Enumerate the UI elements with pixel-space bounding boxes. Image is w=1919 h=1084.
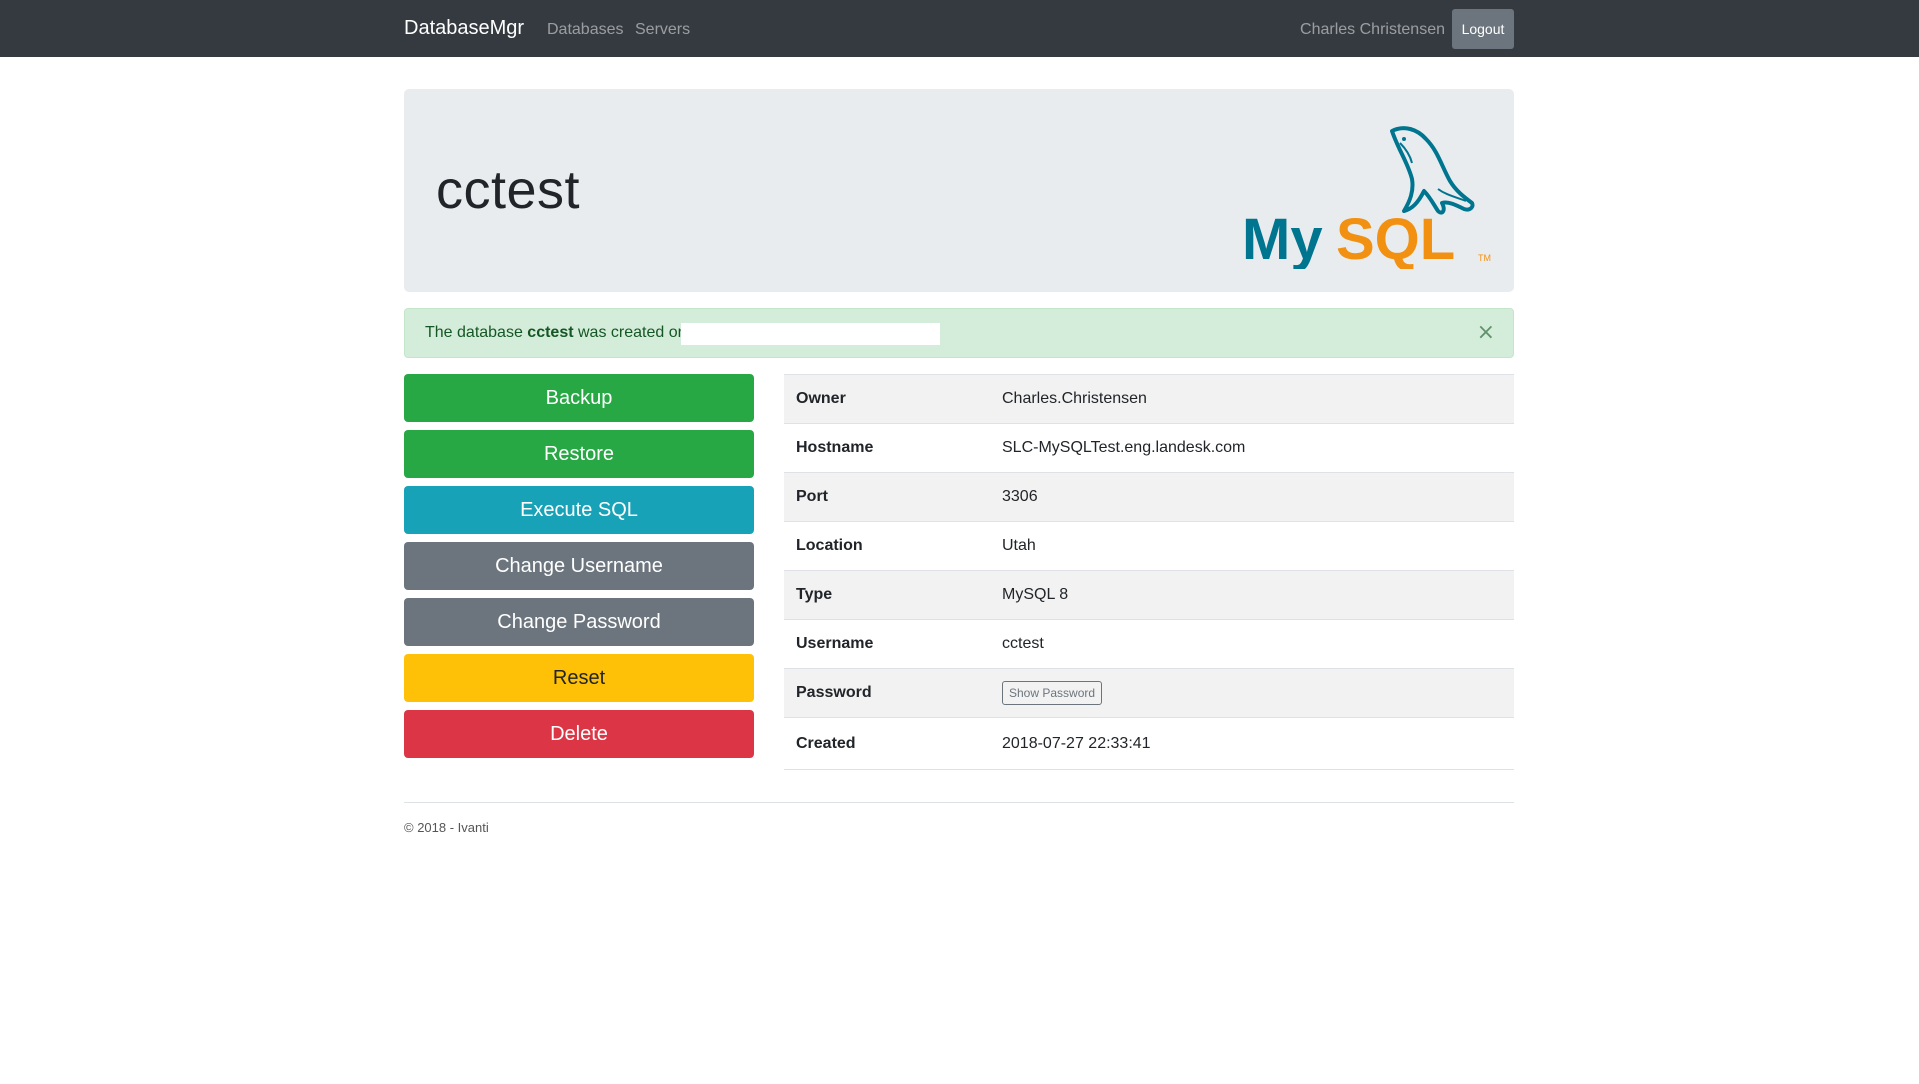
alert-close-button[interactable]: × <box>1477 320 1495 345</box>
backup-button[interactable]: Backup <box>404 374 754 422</box>
action-buttons: Backup Restore Execute SQL Change Userna… <box>404 374 754 766</box>
brand-link[interactable]: DatabaseMgr <box>404 17 524 40</box>
table-row: Created 2018-07-27 22:33:41 <box>784 717 1514 770</box>
success-alert: The database cctest was created on × <box>404 308 1514 358</box>
port-value: 3306 <box>1002 488 1038 505</box>
mysql-logo-sql: SQL <box>1336 207 1455 269</box>
change-username-button[interactable]: Change Username <box>404 542 754 590</box>
logout-button[interactable]: Logout <box>1452 9 1514 49</box>
username-value: cctest <box>1002 635 1044 652</box>
alert-db-name: cctest <box>527 324 574 341</box>
table-row: Username cctest <box>784 619 1514 669</box>
mysql-logo-tm: TM <box>1478 253 1491 263</box>
owner-label: Owner <box>796 390 846 407</box>
delete-button[interactable]: Delete <box>404 710 754 758</box>
execute-sql-button[interactable]: Execute SQL <box>404 486 754 534</box>
redacted-date <box>681 323 940 345</box>
created-value: 2018-07-27 22:33:41 <box>1002 734 1151 752</box>
nav-link-databases[interactable]: Databases <box>547 21 624 39</box>
hostname-label: Hostname <box>796 439 874 456</box>
password-label: Password <box>796 684 872 701</box>
password-cell: Show Password <box>990 669 1514 718</box>
footer-copyright: © 2018 - Ivanti <box>404 820 489 835</box>
location-value: Utah <box>1002 537 1036 554</box>
mysql-logo-my: My <box>1242 207 1323 269</box>
database-details-table: Owner Charles.Christensen Hostname SLC-M… <box>784 374 1514 770</box>
location-label: Location <box>796 537 863 554</box>
nav-link-servers[interactable]: Servers <box>635 21 690 39</box>
alert-message: The database cctest was created on <box>425 324 687 342</box>
restore-button[interactable]: Restore <box>404 430 754 478</box>
alert-prefix: The database <box>425 324 528 341</box>
table-row: Password Show Password <box>784 668 1514 718</box>
username-label: Username <box>796 635 874 652</box>
type-value: MySQL 8 <box>1002 586 1069 603</box>
database-header: cctest My SQL TM <box>404 89 1514 292</box>
footer-divider <box>404 802 1514 803</box>
page-title: cctest <box>436 160 581 220</box>
table-row: Hostname SLC-MySQLTest.eng.landesk.com <box>784 423 1514 473</box>
table-row: Location Utah <box>784 521 1514 571</box>
user-name: Charles Christensen <box>1300 21 1445 38</box>
table-row: Type MySQL 8 <box>784 570 1514 620</box>
type-label: Type <box>796 586 833 603</box>
reset-button[interactable]: Reset <box>404 654 754 702</box>
show-password-button[interactable]: Show Password <box>1002 681 1103 705</box>
mysql-logo: My SQL TM <box>1242 126 1491 269</box>
created-label: Created <box>796 734 856 752</box>
table-row: Port 3306 <box>784 472 1514 522</box>
alert-suffix: was created on <box>573 324 687 341</box>
owner-value: Charles.Christensen <box>1002 390 1147 407</box>
change-password-button[interactable]: Change Password <box>404 598 754 646</box>
mysql-dolphin-icon <box>1390 126 1475 215</box>
port-label: Port <box>796 488 828 505</box>
hostname-value: SLC-MySQLTest.eng.landesk.com <box>1002 439 1246 456</box>
table-row: Owner Charles.Christensen <box>784 374 1514 424</box>
top-navbar: DatabaseMgr Databases Servers Charles Ch… <box>0 0 1919 57</box>
